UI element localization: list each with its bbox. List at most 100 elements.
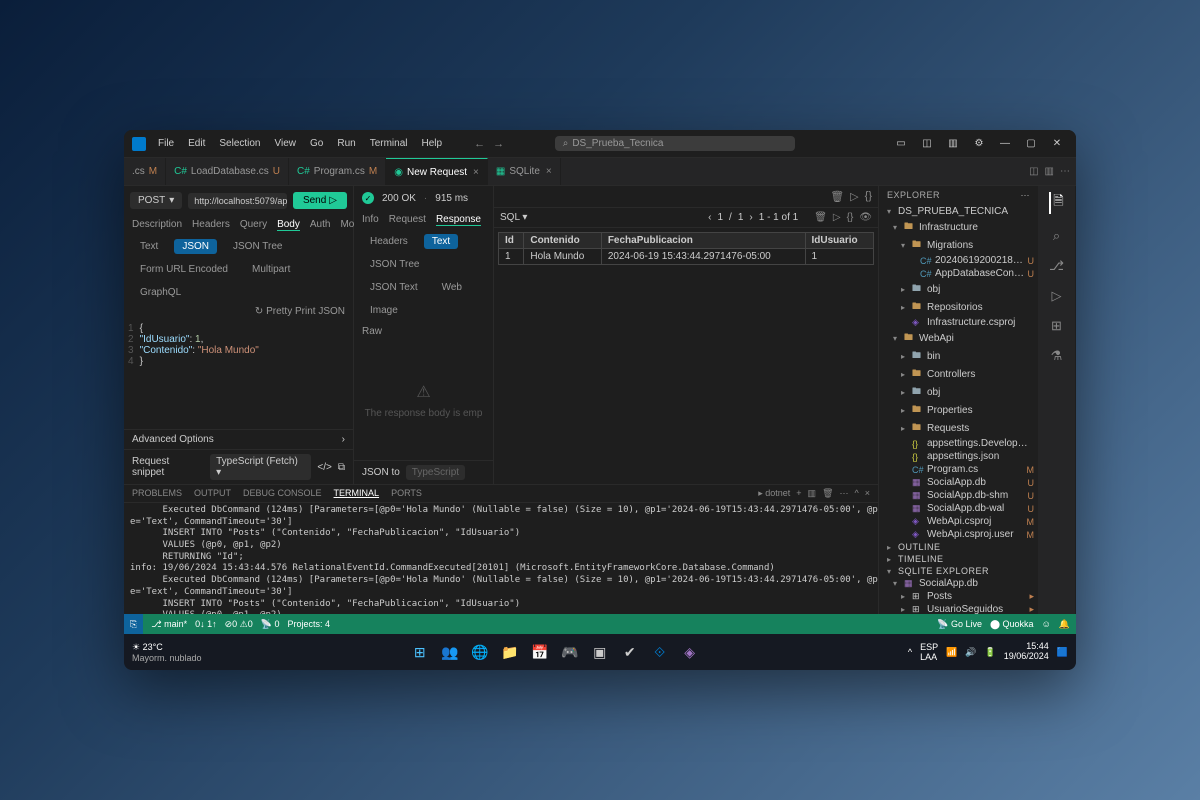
- quokka[interactable]: ⬤ Quokka: [990, 619, 1034, 630]
- bodytype[interactable]: JSON Tree: [225, 239, 290, 254]
- editor-tab[interactable]: C#Program.cs M: [289, 158, 386, 185]
- menu-view[interactable]: View: [269, 135, 303, 152]
- clock[interactable]: 15:4419/06/2024: [1004, 642, 1049, 662]
- tree-item[interactable]: C#AppDatabaseContext...U: [879, 267, 1038, 280]
- menu-go[interactable]: Go: [304, 135, 329, 152]
- copilot-icon[interactable]: 🟦: [1057, 647, 1068, 658]
- panel-tab-debug console[interactable]: DEBUG CONSOLE: [243, 488, 322, 499]
- tree-root[interactable]: ▾DS_PRUEBA_TECNICA: [879, 205, 1038, 218]
- panel-tab-output[interactable]: OUTPUT: [194, 488, 231, 499]
- explorer-icon[interactable]: 📁: [498, 640, 522, 664]
- editor-tab[interactable]: ▦SQLite×: [488, 158, 561, 185]
- jsonto-input[interactable]: TypeScript: [406, 465, 465, 480]
- subtab[interactable]: Text: [424, 234, 458, 249]
- tree-item[interactable]: ◈Infrastructure.csproj: [879, 316, 1038, 329]
- battery-icon[interactable]: 🔋: [985, 647, 996, 658]
- sidebar-section[interactable]: ▸OUTLINE: [879, 541, 1038, 553]
- wifi-icon[interactable]: 📶: [946, 647, 957, 658]
- col-header[interactable]: Contenido: [524, 233, 601, 249]
- split-icon[interactable]: ▥: [808, 488, 817, 499]
- weather-widget[interactable]: ☀ 23°C Mayorm. nublado: [132, 642, 202, 663]
- tree-item[interactable]: ▸🖿Controllers: [879, 365, 1038, 383]
- code-icon[interactable]: {}: [847, 212, 854, 223]
- tab-info[interactable]: Info: [362, 214, 379, 226]
- sqlite-db[interactable]: ▾▦SocialApp.db: [879, 577, 1038, 590]
- menu-file[interactable]: File: [152, 135, 180, 152]
- lang-indicator[interactable]: ESPLAA: [920, 642, 938, 662]
- calendar-icon[interactable]: 📅: [528, 640, 552, 664]
- subtab[interactable]: Headers: [362, 234, 416, 249]
- more-icon[interactable]: ⋯: [1021, 190, 1031, 201]
- feedback-icon[interactable]: ☺: [1042, 619, 1051, 630]
- tab-body[interactable]: Body: [277, 219, 300, 231]
- terminal-output[interactable]: Executed DbCommand (124ms) [Parameters=[…: [124, 503, 878, 614]
- edge-icon[interactable]: 🌐: [468, 640, 492, 664]
- close-icon[interactable]: ×: [865, 488, 870, 499]
- close-icon[interactable]: ×: [473, 167, 479, 178]
- menu-edit[interactable]: Edit: [182, 135, 211, 152]
- tree-item[interactable]: ▦SocialApp.dbU: [879, 476, 1038, 489]
- git-sync[interactable]: 0↓ 1↑: [195, 619, 217, 629]
- send-button[interactable]: Send▷: [293, 192, 347, 209]
- chevron-up-icon[interactable]: ^: [908, 647, 912, 657]
- tab-auth[interactable]: Auth: [310, 219, 331, 231]
- nav-fwd-icon[interactable]: →: [493, 138, 504, 150]
- sidebar-section[interactable]: ▾SQLITE EXPLORER: [879, 565, 1038, 577]
- bodytype[interactable]: GraphQL: [132, 285, 189, 300]
- tree-item[interactable]: ▦SocialApp.db-shmU: [879, 489, 1038, 502]
- settings-icon[interactable]: ⚙: [968, 135, 990, 153]
- projects[interactable]: Projects: 4: [288, 619, 331, 629]
- test-icon[interactable]: ⚗: [1051, 348, 1063, 364]
- panel-tab-ports[interactable]: PORTS: [391, 488, 422, 499]
- minimize-icon[interactable]: —: [994, 135, 1016, 153]
- tree-item[interactable]: ▦SocialApp.db-walU: [879, 502, 1038, 515]
- tab-request[interactable]: Request: [389, 214, 426, 226]
- run-icon[interactable]: ▷: [850, 190, 858, 203]
- tree-item[interactable]: ▸🖿obj: [879, 280, 1038, 298]
- tree-item[interactable]: ▸🖿obj: [879, 383, 1038, 401]
- bodytype[interactable]: Form URL Encoded: [132, 262, 236, 277]
- split-icon[interactable]: ◫: [1029, 166, 1038, 177]
- raw-toggle[interactable]: Raw: [354, 322, 493, 341]
- subtab[interactable]: JSON Tree: [362, 257, 427, 272]
- code-icon[interactable]: {}: [865, 190, 872, 203]
- tree-item[interactable]: ▸🖿bin: [879, 347, 1038, 365]
- panel-tab-problems[interactable]: PROBLEMS: [132, 488, 182, 499]
- menu-run[interactable]: Run: [331, 135, 361, 152]
- url-input[interactable]: http://localhost:5079/api/: [188, 193, 287, 209]
- tree-item[interactable]: ◈WebApi.csprojM: [879, 515, 1038, 528]
- sqlite-table[interactable]: ▸⊞Posts▸: [879, 590, 1038, 603]
- subtab[interactable]: Image: [362, 303, 406, 318]
- command-center[interactable]: ⌕DS_Prueba_Tecnica: [555, 136, 795, 151]
- tree-item[interactable]: {}appsettings.Development.json: [879, 437, 1038, 450]
- start-icon[interactable]: ⊞: [408, 640, 432, 664]
- col-header[interactable]: FechaPublicacion: [601, 233, 805, 249]
- source-control-icon[interactable]: ⎇: [1049, 258, 1064, 274]
- eye-icon[interactable]: 👁: [859, 212, 872, 223]
- bodytype[interactable]: Text: [132, 239, 166, 254]
- snippet-lang-select[interactable]: TypeScript (Fetch) ▾: [210, 454, 311, 480]
- tree-item[interactable]: {}appsettings.json: [879, 450, 1038, 463]
- tree-item[interactable]: C#20240619200218_Migr...U: [879, 254, 1038, 267]
- col-header[interactable]: Id: [499, 233, 524, 249]
- pretty-print-button[interactable]: ↻ Pretty Print JSON: [124, 304, 353, 319]
- layout-icon[interactable]: ▭: [890, 135, 912, 153]
- advanced-options[interactable]: Advanced Options›: [124, 429, 353, 449]
- vscode-icon[interactable]: ⟐: [648, 640, 672, 664]
- maximize-icon[interactable]: ^: [855, 488, 859, 499]
- tab-description[interactable]: Description: [132, 219, 182, 231]
- split-icon[interactable]: ▥: [1045, 166, 1054, 177]
- bodytype[interactable]: JSON: [174, 239, 217, 254]
- explorer-icon[interactable]: 🗎: [1049, 192, 1063, 214]
- editor-tab[interactable]: ◉New Request×: [386, 158, 488, 185]
- tree-item[interactable]: ▸🖿Repositorios: [879, 298, 1038, 316]
- tree-item[interactable]: ▸🖿Requests: [879, 419, 1038, 437]
- app-icon[interactable]: ✔: [618, 640, 642, 664]
- refresh-icon[interactable]: ▷: [833, 212, 841, 223]
- close-icon[interactable]: ×: [546, 166, 552, 177]
- go-live[interactable]: 📡 Go Live: [937, 619, 982, 630]
- ports[interactable]: 📡 0: [261, 619, 280, 630]
- method-select[interactable]: POST▾: [130, 192, 182, 209]
- code-icon[interactable]: </>: [317, 462, 331, 473]
- next-page-icon[interactable]: ›: [749, 212, 752, 223]
